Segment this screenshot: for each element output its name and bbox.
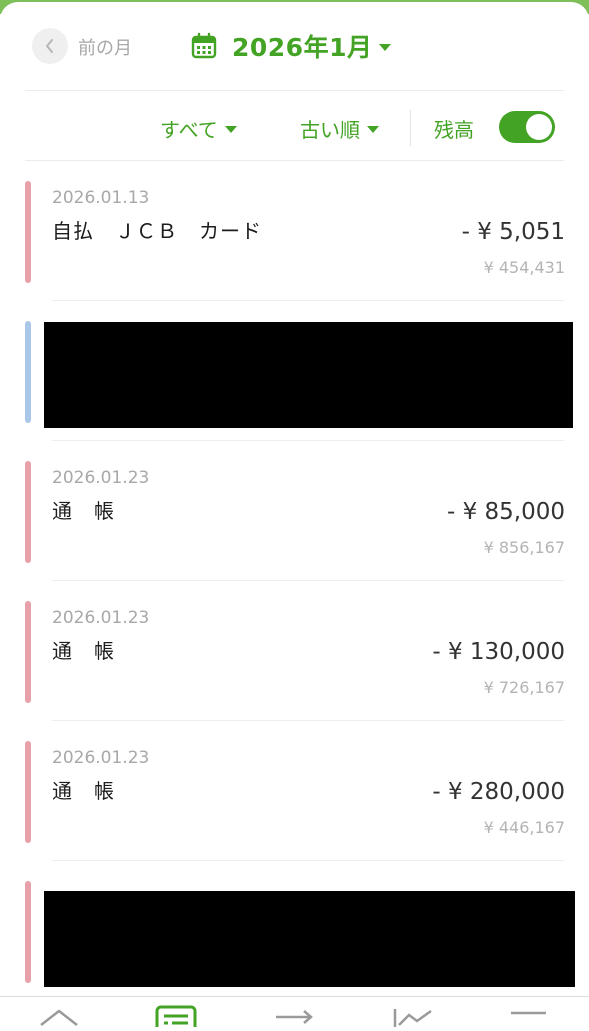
running-balance: ¥ 454,431 [483, 258, 565, 277]
expense-marker [25, 461, 31, 563]
redaction-block [44, 322, 573, 428]
caret-down-icon [367, 126, 379, 133]
screen-top-edge [0, 0, 589, 32]
running-balance: ¥ 726,167 [483, 678, 565, 697]
header-divider [25, 90, 564, 91]
transaction-row[interactable] [0, 301, 589, 441]
filter-bar: すべて 古い順 残高 [0, 92, 589, 160]
caret-down-icon [224, 126, 237, 133]
transaction-name: 通 帳 [52, 639, 115, 663]
caret-down-icon [379, 43, 392, 51]
chevron-left-icon [46, 39, 53, 53]
transaction-amount: - ¥ 85,000 [446, 499, 565, 525]
transaction-row[interactable]: 2026.01.13 自払 ＪＣＢ カード - ¥ 5,051 ¥ 454,43… [0, 161, 589, 301]
transaction-name: 通 帳 [52, 779, 115, 803]
month-title: 2026年1月 [232, 33, 373, 62]
balance-toggle-label: 残高 [434, 118, 474, 142]
transaction-date: 2026.01.23 [52, 748, 150, 768]
transaction-amount: - ¥ 130,000 [432, 639, 565, 665]
transaction-name: 自払 ＪＣＢ カード [52, 219, 262, 243]
transaction-row[interactable]: 2026.01.23 通 帳 - ¥ 85,000 ¥ 856,167 [0, 441, 589, 581]
transaction-amount: - ¥ 5,051 [461, 219, 565, 245]
expense-marker [25, 881, 31, 983]
redaction-block [44, 891, 575, 987]
income-marker [25, 321, 31, 423]
calendar-icon [191, 32, 217, 59]
expense-marker [25, 181, 31, 283]
transaction-row[interactable]: 2026.01.23 通 帳 - ¥ 130,000 ¥ 726,167 [0, 581, 589, 721]
previous-month-label[interactable]: 前の月 [78, 34, 132, 60]
previous-month-button[interactable] [32, 28, 68, 64]
balance-toggle[interactable] [499, 111, 555, 143]
transaction-row[interactable]: 2026.01.23 通 帳 - ¥ 280,000 ¥ 446,167 [0, 721, 589, 861]
bottom-tab-bar [0, 996, 589, 1031]
transaction-row[interactable] [0, 861, 589, 1001]
transaction-date: 2026.01.13 [52, 188, 150, 208]
category-filter[interactable]: すべて [160, 114, 237, 143]
transaction-name: 通 帳 [52, 499, 115, 523]
transaction-date: 2026.01.23 [52, 468, 150, 488]
running-balance: ¥ 446,167 [483, 818, 565, 837]
month-picker[interactable]: 2026年1月 [190, 28, 392, 64]
transaction-date: 2026.01.23 [52, 608, 150, 628]
sort-filter[interactable]: 古い順 [300, 114, 379, 143]
toggle-knob [526, 114, 552, 140]
running-balance: ¥ 856,167 [483, 538, 565, 557]
filter-separator [410, 110, 411, 146]
expense-marker [25, 741, 31, 843]
month-header: 前の月 2026年1月 [0, 20, 589, 90]
sort-filter-label: 古い順 [300, 118, 360, 142]
expense-marker [25, 601, 31, 703]
category-filter-label: すべて [160, 118, 218, 142]
transaction-amount: - ¥ 280,000 [432, 779, 565, 805]
